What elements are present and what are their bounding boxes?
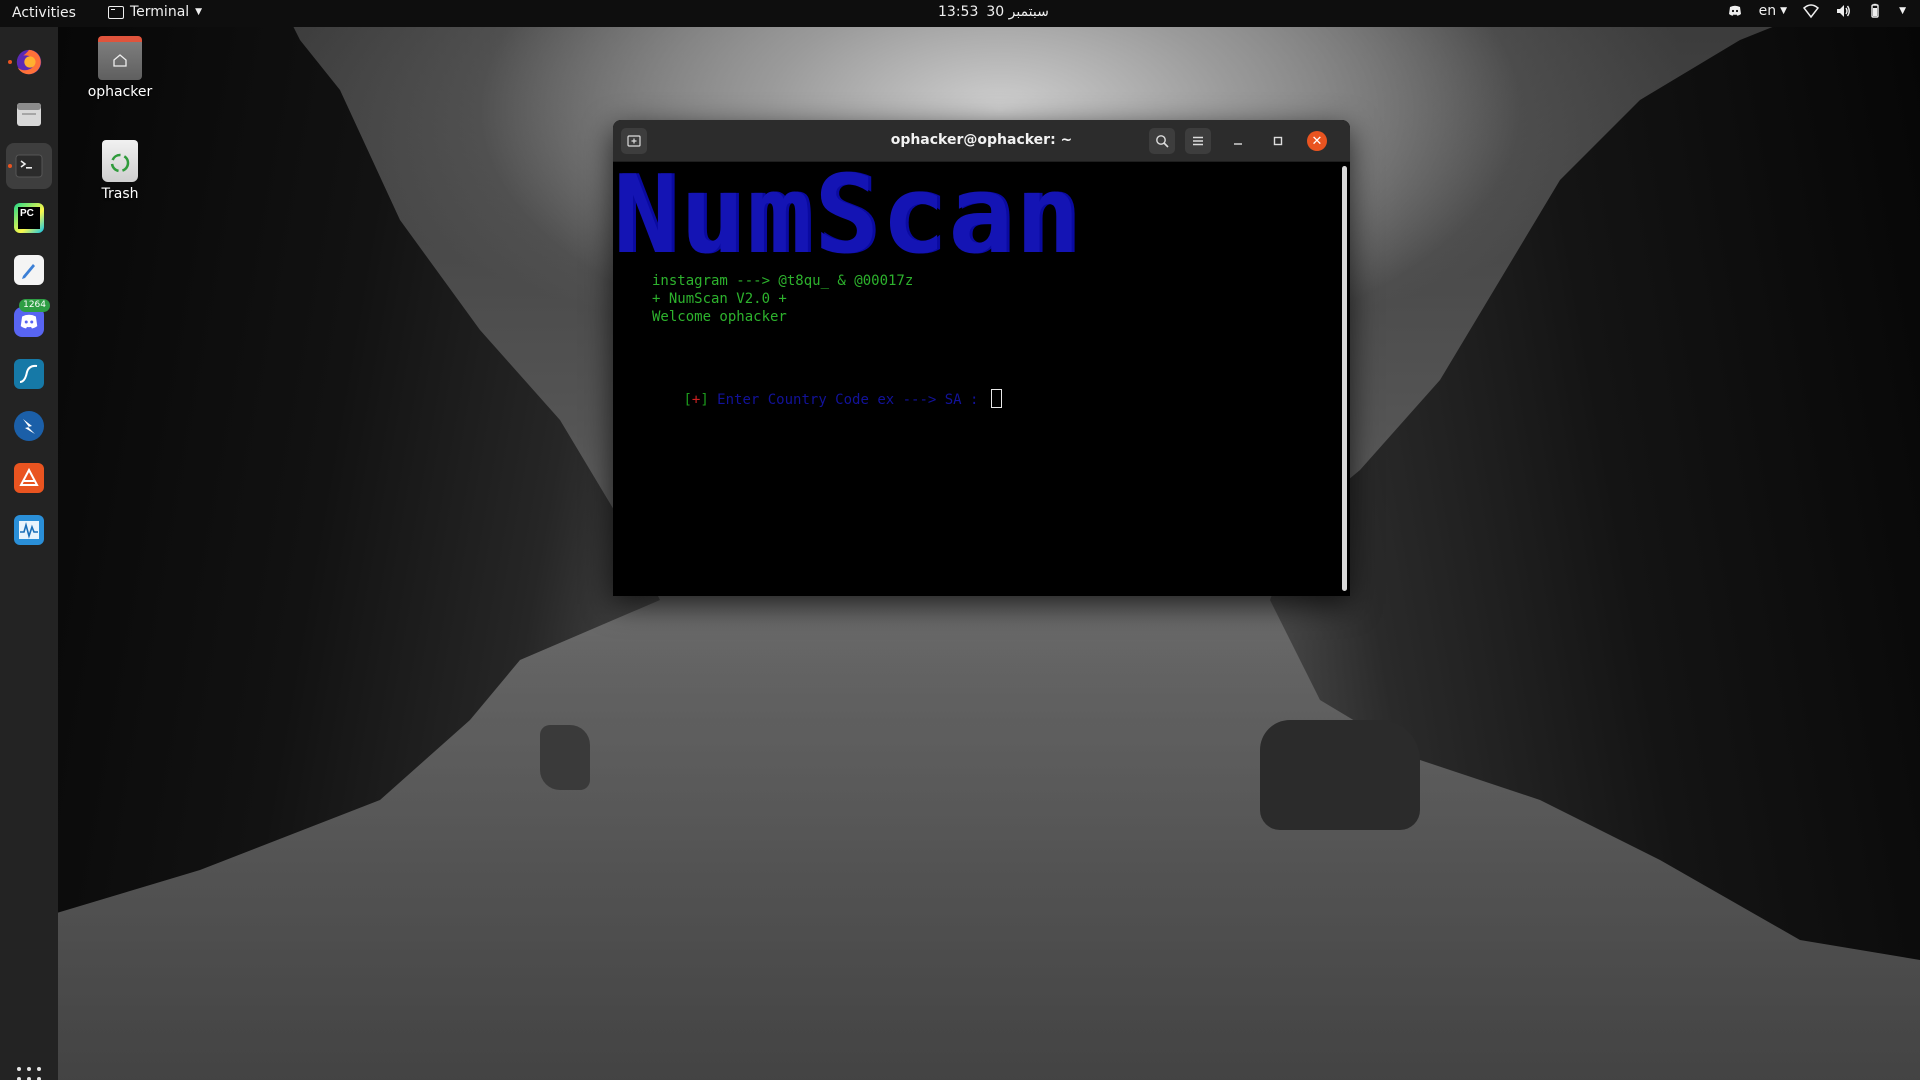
- maximize-button[interactable]: [1265, 128, 1291, 154]
- app-menu[interactable]: Terminal ▼: [108, 4, 202, 20]
- trash-label: Trash: [101, 186, 139, 202]
- clock-time: 13:53: [938, 4, 979, 20]
- wireshark-icon: [14, 359, 44, 389]
- desktop-trash[interactable]: Trash: [75, 140, 165, 202]
- chevron-down-icon: ▼: [195, 7, 203, 17]
- activities-button[interactable]: Activities: [12, 5, 76, 21]
- terminal-line: Welcome ophacker: [652, 309, 787, 325]
- terminal-line: + NumScan V2.0 +: [652, 291, 787, 307]
- app-menu-label: Terminal: [130, 4, 190, 20]
- clock[interactable]: 13:53 سبتمبر 30: [938, 4, 1049, 20]
- menu-button[interactable]: [1185, 128, 1211, 154]
- dock-item-discord[interactable]: 1264: [6, 299, 52, 345]
- terminal-output[interactable]: NumScan instagram ---> @t8qu_ & @00017z …: [613, 162, 1350, 596]
- close-button[interactable]: ✕: [1304, 128, 1330, 154]
- running-indicator: [8, 164, 12, 168]
- dock-item-pycharm[interactable]: PC: [6, 195, 52, 241]
- hamburger-icon: [1193, 136, 1203, 146]
- home-folder-icon: [98, 36, 142, 80]
- trash-icon: [102, 140, 138, 182]
- wifi-icon[interactable]: [1803, 3, 1820, 19]
- system-tray: en ▼ ▼: [1727, 3, 1906, 19]
- text-cursor: [990, 389, 1002, 408]
- country-code-prompt[interactable]: [+] Enter Country Code ex ---> SA :: [616, 373, 1002, 424]
- prompt-bracket-close: ]: [700, 392, 709, 408]
- terminal-app-icon: [108, 5, 124, 19]
- dock-item-software[interactable]: [6, 455, 52, 501]
- firefox-icon: [14, 47, 44, 77]
- dock-item-system-monitor[interactable]: [6, 507, 52, 553]
- battery-icon[interactable]: [1867, 3, 1883, 19]
- terminal-line: instagram ---> @t8qu_ & @00017z: [652, 273, 914, 289]
- terminal-scrollbar[interactable]: [1342, 166, 1347, 591]
- prompt-bracket-open: [: [683, 392, 692, 408]
- pycharm-icon: PC: [14, 203, 44, 233]
- files-icon: [14, 99, 44, 129]
- minimize-button[interactable]: [1225, 128, 1251, 154]
- dock: PC 1264: [0, 27, 58, 1080]
- dock-item-firefox[interactable]: [6, 39, 52, 85]
- dock-item-wireshark[interactable]: [6, 351, 52, 397]
- running-indicator: [8, 60, 12, 64]
- top-bar: Activities Terminal ▼ 13:53 سبتمبر 30 en…: [0, 0, 1920, 27]
- home-folder-label: ophacker: [87, 84, 153, 100]
- terminal-window[interactable]: ophacker@ophacker: ~ ✕ NumScan instagram…: [613, 120, 1350, 596]
- language-label: en: [1758, 3, 1777, 19]
- notification-badge: 1264: [19, 299, 50, 312]
- terminal-icon: [14, 151, 44, 181]
- volume-icon[interactable]: [1835, 3, 1851, 19]
- clock-date: سبتمبر 30: [986, 4, 1049, 20]
- system-menu-chevron-icon[interactable]: ▼: [1899, 6, 1906, 16]
- search-icon: [1156, 135, 1169, 148]
- system-monitor-icon: [14, 515, 44, 545]
- maximize-icon: [1273, 136, 1283, 146]
- zap-icon: [14, 411, 44, 441]
- text-editor-icon: [14, 255, 44, 285]
- dock-item-zap[interactable]: [6, 403, 52, 449]
- dock-item-terminal[interactable]: [6, 143, 52, 189]
- desktop-home-folder[interactable]: ophacker: [75, 36, 165, 100]
- dock-item-text-editor[interactable]: [6, 247, 52, 293]
- chevron-down-icon: ▼: [1780, 6, 1788, 16]
- discord-tray-icon[interactable]: [1727, 3, 1743, 19]
- wallpaper-boulder: [1260, 720, 1420, 830]
- close-icon: ✕: [1307, 131, 1327, 151]
- minimize-icon: [1234, 143, 1242, 145]
- search-button[interactable]: [1149, 128, 1175, 154]
- prompt-text: Enter Country Code ex ---> SA :: [708, 392, 987, 408]
- dock-item-files[interactable]: [6, 91, 52, 137]
- keyboard-language[interactable]: en ▼: [1759, 3, 1787, 19]
- numscan-banner: NumScan: [613, 153, 1083, 278]
- desktop-screen: Activities Terminal ▼ 13:53 سبتمبر 30 en…: [0, 0, 1920, 1080]
- wallpaper-boulder-small: [540, 725, 590, 790]
- software-store-icon: [14, 463, 44, 493]
- show-applications-icon[interactable]: [17, 1067, 41, 1080]
